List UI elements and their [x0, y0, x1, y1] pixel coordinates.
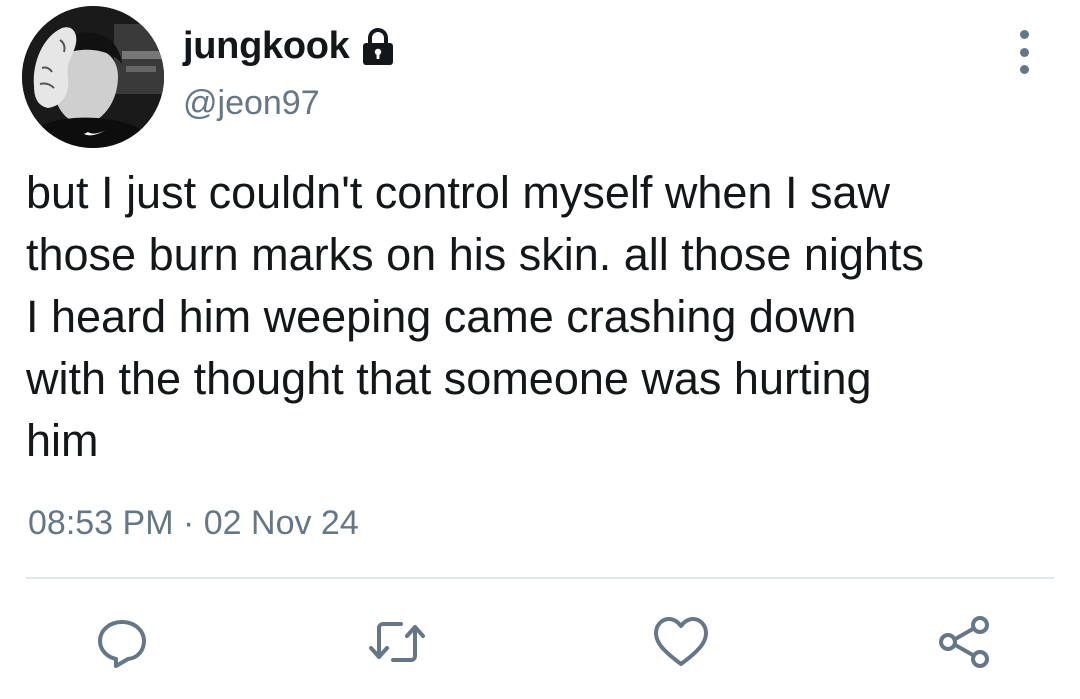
- heart-icon: [654, 617, 708, 666]
- divider: [26, 577, 1054, 579]
- more-dot-icon: [1019, 30, 1029, 39]
- tweet-timestamp[interactable]: 08:53 PM · 02 Nov 24: [28, 506, 359, 540]
- share-icon: [939, 616, 989, 668]
- avatar[interactable]: [22, 6, 164, 148]
- tweet-text-line: but I just couldn't control myself when …: [26, 167, 890, 218]
- tweet-text-line: I heard him weeping came crashing down: [26, 291, 857, 342]
- retweet-button[interactable]: [367, 612, 427, 672]
- share-button[interactable]: [934, 612, 994, 672]
- display-name[interactable]: jungkook: [183, 27, 350, 65]
- user-handle[interactable]: @jeon97: [183, 86, 320, 120]
- more-dot-icon: [1019, 65, 1029, 74]
- user-header: jungkook: [183, 22, 398, 70]
- more-dot-icon: [1019, 47, 1029, 57]
- avatar-photo: [22, 6, 164, 148]
- tweet-text-line: those burn marks on his skin. all those …: [26, 229, 924, 280]
- retweet-icon: [369, 622, 425, 662]
- like-button[interactable]: [651, 612, 711, 672]
- lock-icon: [358, 26, 398, 66]
- tweet-text-line: with the thought that someone was hurtin…: [26, 353, 872, 404]
- reply-button[interactable]: [92, 612, 152, 672]
- tweet-text-line: him: [26, 415, 99, 466]
- tweet-text: but I just couldn't control myself when …: [26, 162, 1076, 472]
- more-options-button[interactable]: [1010, 30, 1038, 74]
- reply-icon: [98, 620, 146, 668]
